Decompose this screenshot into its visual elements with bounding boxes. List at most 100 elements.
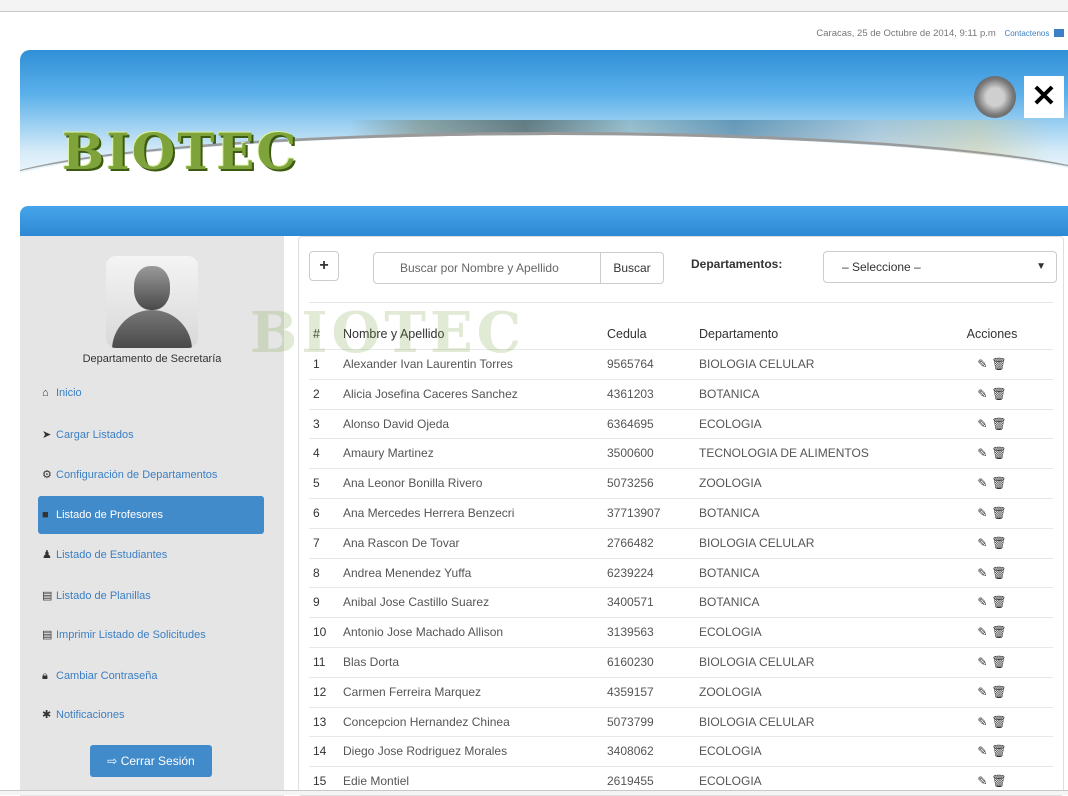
main-panel: + Buscar por Nombre y Apellido Buscar De… bbox=[298, 236, 1064, 796]
home-icon: ⌂ bbox=[42, 387, 49, 399]
avatar-body bbox=[112, 310, 192, 348]
row-number: 9 bbox=[313, 595, 320, 610]
departments-select[interactable]: – Seleccione – ▼ bbox=[823, 251, 1057, 283]
search-button[interactable]: Buscar bbox=[600, 252, 664, 284]
edit-icon[interactable]: ✎ bbox=[977, 476, 987, 490]
header-banner: BIOTEC ✕ bbox=[20, 50, 1068, 196]
row-department: ECOLOGIA bbox=[699, 744, 762, 759]
trash-icon[interactable]: 🗑︎ bbox=[991, 625, 1006, 639]
trash-icon[interactable]: 🗑︎ bbox=[991, 744, 1006, 758]
top-info-bar: Caracas, 25 de Octubre de 2014, 9:11 p.m… bbox=[0, 28, 1068, 44]
table-header: # Nombre y Apellido Cedula Departamento … bbox=[309, 327, 1053, 347]
department-name: Departamento de Secretaría bbox=[82, 353, 222, 365]
row-name: Ana Leonor Bonilla Rivero bbox=[343, 476, 483, 491]
row-cedula: 4359157 bbox=[607, 684, 654, 699]
biotec-logo: BIOTEC bbox=[62, 122, 299, 181]
row-number: 11 bbox=[313, 654, 326, 669]
row-department: BIOLOGIA CELULAR bbox=[699, 654, 815, 669]
header-department: Departamento bbox=[699, 327, 779, 341]
trash-icon[interactable]: 🗑︎ bbox=[991, 774, 1006, 788]
edit-icon[interactable]: ✎ bbox=[977, 536, 987, 550]
edit-icon[interactable]: ✎ bbox=[977, 655, 987, 669]
row-actions: ✎ 🗑︎ bbox=[957, 737, 1027, 766]
book-icon: ■ bbox=[42, 509, 49, 521]
sidebar-item-estudiantes[interactable]: ♟ Listado de Estudiantes bbox=[38, 536, 264, 574]
row-cedula: 37713907 bbox=[607, 505, 661, 520]
row-number: 6 bbox=[313, 505, 320, 520]
row-department: BIOLOGIA CELULAR bbox=[699, 357, 815, 371]
edit-icon[interactable]: ✎ bbox=[977, 387, 987, 401]
row-name: Anibal Jose Castillo Suarez bbox=[343, 595, 490, 610]
trash-icon[interactable]: 🗑︎ bbox=[991, 417, 1006, 431]
table-row: 12 Carmen Ferreira Marquez 4359157 ZOOLOGIA… bbox=[309, 676, 1053, 707]
mail-icon[interactable] bbox=[1054, 29, 1064, 38]
sidebar-item-cargar-listados[interactable]: ➤ Cargar Listados bbox=[38, 416, 264, 454]
departments-label: Departamentos: bbox=[691, 257, 783, 271]
asterisk-icon: ✱ bbox=[42, 709, 52, 721]
row-department: ECOLOGIA bbox=[699, 625, 762, 640]
row-number: 14 bbox=[313, 744, 327, 759]
row-actions: ✎ 🗑︎ bbox=[957, 559, 1027, 588]
trash-icon[interactable]: 🗑︎ bbox=[991, 566, 1006, 580]
trash-icon[interactable]: 🗑︎ bbox=[991, 446, 1006, 460]
trash-icon[interactable]: 🗑︎ bbox=[991, 506, 1006, 520]
search-input[interactable]: Buscar por Nombre y Apellido bbox=[373, 252, 601, 284]
row-name: Concepcion Hernandez Chinea bbox=[343, 714, 510, 729]
sidebar-item-imprimir[interactable]: ▤ Imprimir Listado de Solicitudes bbox=[38, 616, 264, 654]
list-icon: ▤ bbox=[42, 629, 53, 641]
edit-icon[interactable]: ✎ bbox=[977, 744, 987, 758]
trash-icon[interactable]: 🗑︎ bbox=[991, 685, 1006, 699]
datetime-text: Caracas, 25 de Octubre de 2014, 9:11 p.m bbox=[816, 28, 996, 39]
sidebar-item-notificaciones[interactable]: ✱ Notificaciones bbox=[38, 696, 264, 734]
logout-icon: ⇨ bbox=[107, 754, 118, 768]
row-name: Carmen Ferreira Marquez bbox=[343, 684, 482, 699]
edit-icon[interactable]: ✎ bbox=[977, 715, 987, 729]
sidebar-item-inicio[interactable]: ⌂ Inicio bbox=[38, 374, 264, 412]
edit-icon[interactable]: ✎ bbox=[977, 685, 987, 699]
edit-icon[interactable]: ✎ bbox=[977, 774, 987, 788]
faculty-logo-icon: ✕ bbox=[1024, 76, 1064, 118]
row-name: Alonso David Ojeda bbox=[343, 416, 450, 431]
logout-button[interactable]: ⇨ Cerrar Sesión bbox=[90, 745, 212, 777]
trash-icon[interactable]: 🗑︎ bbox=[991, 715, 1006, 729]
row-department: BOTANICA bbox=[699, 505, 760, 520]
sidebar-item-profesores[interactable]: ■ Listado de Profesores bbox=[38, 496, 264, 534]
edit-icon[interactable]: ✎ bbox=[977, 625, 987, 639]
row-number: 7 bbox=[313, 535, 320, 550]
row-department: TECNOLOGIA DE ALIMENTOS bbox=[699, 446, 869, 461]
row-number: 10 bbox=[313, 625, 327, 640]
edit-icon[interactable]: ✎ bbox=[977, 446, 987, 460]
send-icon: ➤ bbox=[42, 429, 52, 441]
table-row: 7 Ana Rascon De Tovar 2766482 BIOLOGIA CELU… bbox=[309, 527, 1053, 558]
table-row: 5 Ana Leonor Bonilla Rivero 5073256 ZOOLOGI… bbox=[309, 468, 1053, 498]
trash-icon[interactable]: 🗑︎ bbox=[991, 655, 1006, 669]
row-department: BOTANICA bbox=[699, 565, 760, 580]
sidebar-item-planillas[interactable]: ▤ Listado de Planillas bbox=[38, 577, 264, 615]
contact-link[interactable]: Contactenos bbox=[1004, 29, 1049, 38]
row-cedula: 3139563 bbox=[607, 625, 654, 640]
trash-icon[interactable]: 🗑︎ bbox=[991, 357, 1006, 371]
chevron-down-icon: ▼ bbox=[1036, 261, 1046, 272]
row-actions: ✎ 🗑︎ bbox=[957, 588, 1027, 617]
trash-icon[interactable]: 🗑︎ bbox=[991, 536, 1006, 550]
sidebar-item-contrasena[interactable]: 🔒︎ Cambiar Contraseña bbox=[38, 657, 264, 695]
sidebar-item-configuracion[interactable]: ⚙ Configuración de Departamentos bbox=[38, 456, 264, 494]
edit-icon[interactable]: ✎ bbox=[977, 357, 987, 371]
professor-table-body: 1 Alexander Ivan Laurentin Torres 9565764 B… bbox=[309, 349, 1053, 796]
edit-icon[interactable]: ✎ bbox=[977, 595, 987, 609]
trash-icon[interactable]: 🗑︎ bbox=[991, 387, 1006, 401]
table-row: 11 Blas Dorta 6160230 BIOLOGIA CELULAR ✎ 🗑︎ bbox=[309, 646, 1053, 677]
edit-icon[interactable]: ✎ bbox=[977, 417, 987, 431]
row-department: BIOLOGIA CELULAR bbox=[699, 714, 815, 729]
edit-icon[interactable]: ✎ bbox=[977, 566, 987, 580]
trash-icon[interactable]: 🗑︎ bbox=[991, 595, 1006, 609]
row-cedula: 6364695 bbox=[607, 416, 654, 431]
row-number: 13 bbox=[313, 714, 327, 729]
row-number: 1 bbox=[313, 357, 320, 371]
header-blue-bar bbox=[20, 206, 1068, 236]
add-professor-button[interactable]: + bbox=[309, 251, 339, 281]
trash-icon[interactable]: 🗑︎ bbox=[991, 476, 1006, 490]
edit-icon[interactable]: ✎ bbox=[977, 506, 987, 520]
row-name: Ana Rascon De Tovar bbox=[343, 535, 460, 550]
table-row: 4 Amaury Martinez 3500600 TECNOLOGIA DE ALI… bbox=[309, 438, 1053, 468]
